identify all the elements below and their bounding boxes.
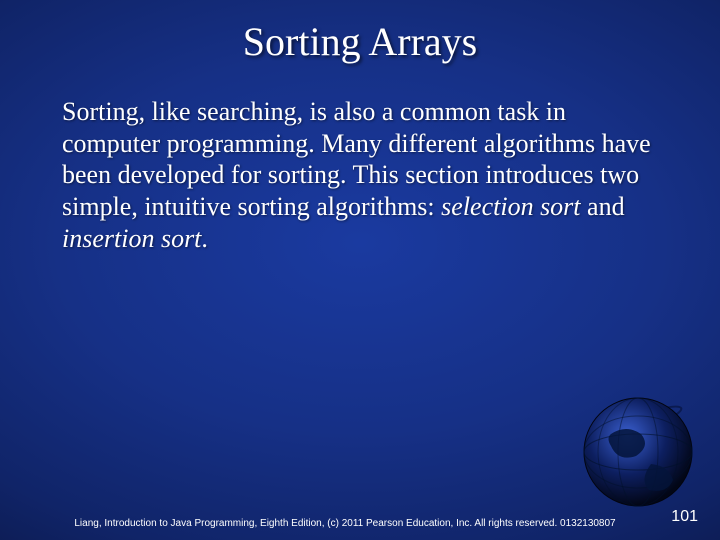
body-text-mid: and: [581, 192, 625, 221]
body-em-insertion-sort: insertion sort: [62, 224, 201, 253]
slide-title: Sorting Arrays: [0, 18, 720, 65]
page-number: 101: [671, 508, 698, 526]
slide: Sorting Arrays Sorting, like searching, …: [0, 0, 720, 540]
slide-body: Sorting, like searching, is also a commo…: [62, 96, 658, 255]
body-em-selection-sort: selection sort: [441, 192, 580, 221]
slide-footer: Liang, Introduction to Java Programming,…: [60, 518, 630, 531]
globe-icon: [556, 364, 706, 514]
body-text-tail: .: [201, 224, 208, 253]
